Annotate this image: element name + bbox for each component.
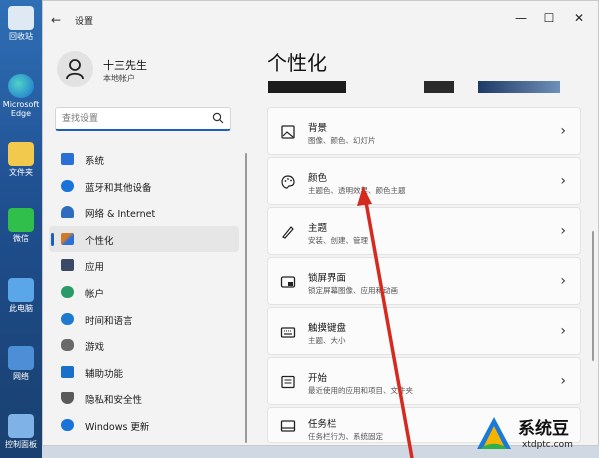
recycle-bin-icon [8, 6, 34, 30]
desktop-icon-computer[interactable]: 此电脑 [0, 278, 42, 313]
watermark-url: xtdptc.com [522, 440, 573, 450]
desktop-icon-edge[interactable]: Microsoft Edge [0, 74, 42, 118]
desktop-icon-wechat[interactable]: 微信 [0, 208, 42, 243]
keyboard-icon [280, 327, 296, 338]
brush-icon [61, 232, 74, 245]
wifi-icon [61, 206, 74, 219]
chevron-right-icon: › [560, 223, 566, 239]
desktop-icon-folder[interactable]: 文件夹 [0, 142, 42, 177]
chevron-right-icon: › [560, 323, 566, 339]
avatar[interactable] [57, 51, 93, 87]
sidebar-item-system[interactable]: 系统 [49, 146, 239, 173]
shield-icon [61, 392, 74, 405]
close-button[interactable]: ✕ [569, 11, 589, 25]
sidebar-item-network[interactable]: 网络 & Internet [49, 199, 239, 226]
account-icon [61, 285, 74, 298]
window-title: 设置 [75, 17, 94, 27]
computer-icon [8, 278, 34, 302]
sidebar-item-accounts[interactable]: 帐户 [49, 279, 239, 306]
watermark: 系统豆 xtdptc.com [472, 412, 596, 456]
account-type: 本地帐户 [103, 74, 135, 83]
card-background[interactable]: 背景 图像、颜色、幻灯片 › [267, 107, 581, 155]
card-themes[interactable]: 主题 安装、创建、管理 › [267, 207, 581, 255]
sidebar-scrollbar[interactable] [245, 153, 247, 443]
chevron-right-icon: › [560, 273, 566, 289]
sidebar-item-time-language[interactable]: 时间和语言 [49, 306, 239, 333]
content-scrollbar[interactable] [592, 231, 594, 361]
control-panel-icon [8, 414, 34, 438]
card-lock-screen[interactable]: 锁屏界面 锁定屏幕图像、应用和动画 › [267, 257, 581, 305]
accessibility-icon [61, 365, 74, 378]
monitor-icon [61, 153, 74, 165]
start-icon [281, 375, 295, 389]
desktop-icon-control-panel[interactable]: 控制面板 [0, 414, 42, 449]
card-start[interactable]: 开始 最近使用的应用和项目、文件夹 › [267, 357, 581, 405]
apps-icon [61, 259, 74, 272]
page-title: 个性化 [267, 51, 327, 75]
sidebar-nav: 系统 蓝牙和其他设备 网络 & Internet 个性化 应用 帐户 时间和语言 [49, 146, 239, 439]
back-button[interactable]: ← [51, 13, 61, 27]
wechat-icon [8, 208, 34, 232]
edge-icon [8, 74, 34, 98]
theme-preview[interactable] [268, 81, 346, 93]
image-icon [281, 125, 295, 139]
brush-pen-icon [282, 226, 294, 239]
sidebar-item-windows-update[interactable]: Windows 更新 [49, 412, 239, 439]
theme-preview[interactable] [478, 81, 560, 93]
chevron-right-icon: › [560, 173, 566, 189]
settings-window: ← 设置 — ☐ ✕ 十三先生 本地帐户 系统 蓝牙和其他设备 网络 & Int… [42, 0, 599, 446]
user-icon [66, 59, 84, 80]
xtdptc-logo-icon [477, 417, 511, 449]
chevron-right-icon: › [560, 123, 566, 139]
sidebar-item-personalization[interactable]: 个性化 [49, 225, 239, 253]
folder-icon [8, 142, 34, 166]
card-colors[interactable]: 颜色 主题色、透明效果、颜色主题 › [267, 157, 581, 205]
search-input[interactable] [62, 112, 206, 126]
search-box[interactable] [55, 107, 231, 131]
network-icon [8, 346, 34, 370]
selection-indicator [51, 232, 54, 246]
search-icon[interactable] [212, 112, 224, 124]
card-touch-keyboard[interactable]: 触摸键盘 主题、大小 › [267, 307, 581, 355]
palette-icon [281, 175, 295, 189]
sidebar-item-gaming[interactable]: 游戏 [49, 332, 239, 359]
gamepad-icon [61, 339, 74, 352]
desktop-strip: 回收站 Microsoft Edge 文件夹 微信 此电脑 网络 控制面板 [0, 0, 42, 458]
title-bar: ← 设置 — ☐ ✕ [43, 1, 598, 39]
minimize-button[interactable]: — [511, 11, 531, 25]
desktop-icon-recycle-bin[interactable]: 回收站 [0, 6, 42, 41]
sidebar-item-bluetooth[interactable]: 蓝牙和其他设备 [49, 173, 239, 200]
bluetooth-icon [61, 179, 74, 192]
lock-screen-icon [280, 276, 296, 288]
chevron-right-icon: › [560, 373, 566, 389]
maximize-button[interactable]: ☐ [539, 11, 559, 25]
theme-preview[interactable] [424, 81, 454, 93]
update-icon [61, 418, 74, 431]
watermark-name: 系统豆 [518, 419, 569, 439]
desktop-icon-network[interactable]: 网络 [0, 346, 42, 381]
sidebar-item-privacy[interactable]: 隐私和安全性 [49, 385, 239, 412]
theme-preview-strip [268, 81, 583, 93]
user-name: 十三先生 [103, 59, 147, 72]
globe-clock-icon [61, 312, 74, 325]
sidebar-item-accessibility[interactable]: 辅助功能 [49, 359, 239, 386]
sidebar-item-apps[interactable]: 应用 [49, 252, 239, 279]
taskbar-icon [280, 420, 296, 432]
